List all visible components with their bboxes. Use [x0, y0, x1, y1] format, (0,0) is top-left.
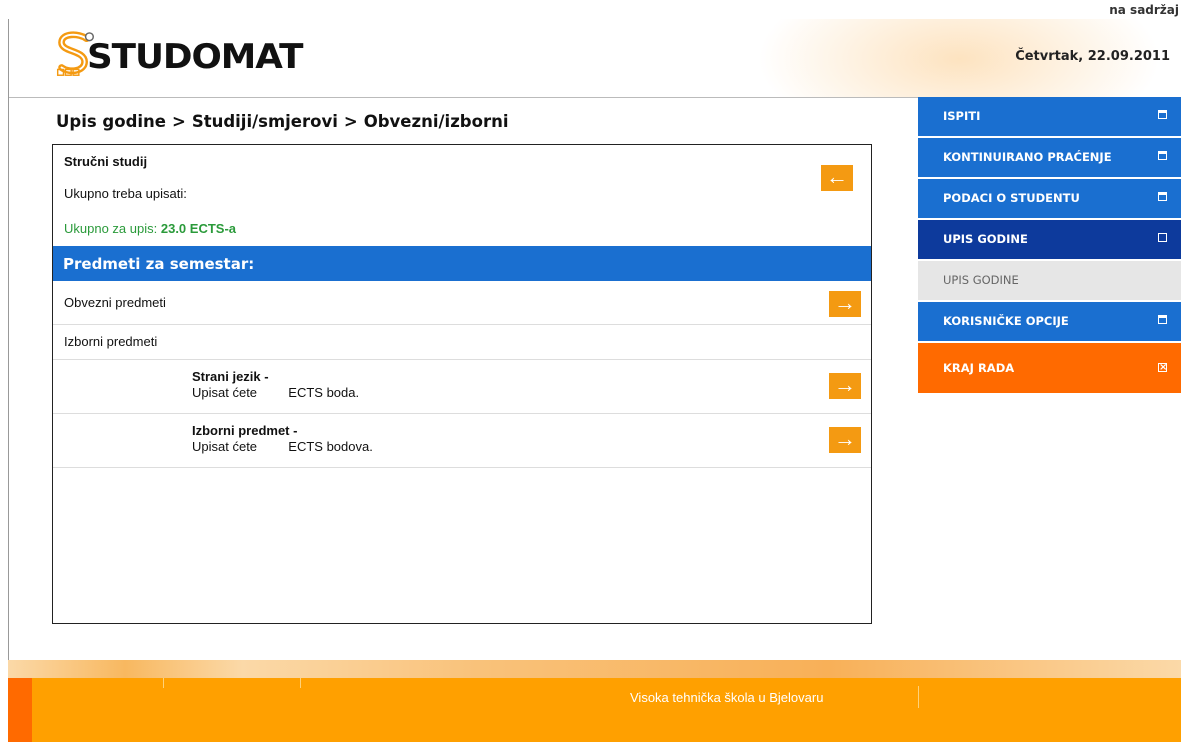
arrow-right-icon: → [834, 372, 856, 397]
expand-icon [1158, 192, 1167, 201]
mandatory-subjects-button[interactable]: → [829, 291, 861, 317]
breadcrumb-item-obvezni-izborni: Obvezni/izborni [363, 112, 509, 131]
back-button[interactable]: ← [821, 165, 853, 191]
elective-subjects-label: Izborni predmeti [64, 334, 158, 349]
menu-item-label: KRAJ RADA [943, 361, 1015, 375]
list-item: Izborni predmet - Upisat ćete ECTS bodov… [53, 414, 871, 468]
breadcrumb-item-upis-godine[interactable]: Upis godine [56, 112, 166, 131]
skip-to-content-link[interactable]: na sadržaj [1109, 3, 1179, 17]
expand-icon [1158, 151, 1167, 160]
mandatory-subjects-row: Obvezni predmeti → [53, 281, 871, 325]
total-enrollment-label: Ukupno za upis: [64, 221, 158, 236]
expand-icon [1158, 110, 1167, 119]
footer-divider [918, 686, 919, 708]
arrow-right-icon: → [834, 290, 856, 315]
footer-institution: Visoka tehnička škola u Bjelovaru [630, 690, 824, 705]
study-title: Stručni studij [64, 154, 148, 169]
menu-item-upis-godine[interactable]: UPIS GODINE [918, 220, 1181, 259]
close-box-icon: × [1158, 362, 1168, 373]
sub-item-text: Upisat ćete ECTS boda. [192, 385, 359, 400]
total-enrollment-value: 23.0 ECTS-a [160, 221, 237, 236]
sub-item-title: Izborni predmet - [192, 423, 298, 438]
menu-item-label: KONTINUIRANO PRAĆENJE [943, 150, 1112, 164]
list-item: Strani jezik - Upisat ćete ECTS boda. → [53, 360, 871, 414]
footer: Visoka tehnička škola u Bjelovaru [8, 678, 1181, 742]
submenu-item-upis-godine[interactable]: UPIS GODINE [918, 261, 1181, 300]
sub-item-prefix: Upisat ćete [192, 385, 258, 400]
sub-item-suffix: ECTS boda. [288, 385, 360, 400]
menu-item-label: UPIS GODINE [943, 232, 1028, 246]
menu-item-label: ISPITI [943, 109, 981, 123]
mandatory-subjects-label: Obvezni predmeti [64, 295, 166, 310]
elective-subjects-row: Izborni predmeti [53, 325, 871, 360]
total-required-label: Ukupno treba upisati: [64, 186, 187, 201]
strani-jezik-button[interactable]: → [829, 373, 861, 399]
arrow-left-icon: ← [826, 164, 848, 189]
logo-wordmark: STUDOMAT [87, 37, 303, 77]
header: STUDOMAT Četvrtak, 22.09.2011 [9, 19, 1181, 98]
menu-item-label: PODACI O STUDENTU [943, 191, 1080, 205]
expand-icon [1158, 315, 1167, 324]
sub-item-text: Upisat ćete ECTS bodova. [192, 439, 373, 454]
footer-divider [300, 678, 301, 688]
breadcrumb: Upis godine > Studiji/smjerovi > Obvezni/izb… [56, 112, 508, 131]
breadcrumb-separator: > [171, 112, 186, 131]
menu-item-podaci-o-studentu[interactable]: PODACI O STUDENTU [918, 179, 1181, 218]
menu-item-ispiti[interactable]: ISPITI [918, 97, 1181, 136]
menu-item-korisnicke-opcije[interactable]: KORISNIČKE OPCIJE [918, 302, 1181, 341]
footer-divider [163, 678, 164, 688]
arrow-right-icon: → [834, 426, 856, 451]
sidebar-menu: ISPITI KONTINUIRANO PRAĆENJE PODACI O ST… [918, 97, 1181, 395]
breadcrumb-item-studiji[interactable]: Studiji/smjerovi [192, 112, 338, 131]
menu-item-label: KORISNIČKE OPCIJE [943, 314, 1069, 328]
collapse-icon [1158, 233, 1167, 242]
current-date: Četvrtak, 22.09.2011 [1015, 49, 1170, 64]
submenu-item-label: UPIS GODINE [943, 273, 1019, 287]
total-enrollment: Ukupno za upis: 23.0 ECTS-a [64, 221, 236, 236]
menu-item-kontinuirano-pracenje[interactable]: KONTINUIRANO PRAĆENJE [918, 138, 1181, 177]
breadcrumb-separator: > [343, 112, 358, 131]
footer-band [8, 660, 1181, 678]
footer-stripe [8, 678, 32, 742]
sub-item-prefix: Upisat ćete [192, 439, 258, 454]
menu-item-kraj-rada[interactable]: KRAJ RADA × [918, 343, 1181, 393]
enrollment-panel: Stručni studij Ukupno treba upisati: Uku… [52, 144, 872, 624]
sub-item-title: Strani jezik - [192, 369, 269, 384]
izborni-predmet-button[interactable]: → [829, 427, 861, 453]
sub-item-suffix: ECTS bodova. [288, 439, 373, 454]
semester-header: Predmeti za semestar: [53, 246, 871, 281]
